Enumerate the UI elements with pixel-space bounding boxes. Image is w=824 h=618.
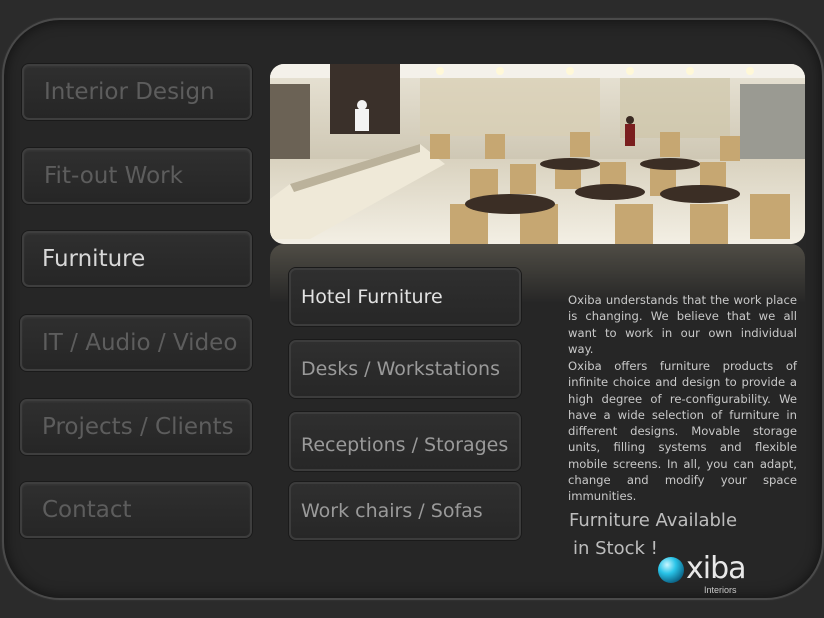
restaurant-photo-icon xyxy=(270,64,805,244)
logo-name: xiba xyxy=(686,551,747,586)
nav-interior-design-button[interactable]: Interior Design xyxy=(22,64,252,120)
stock-line-1: Furniture Available xyxy=(569,510,738,531)
submenu-receptions-storages-button[interactable]: Receptions / Storages xyxy=(289,412,521,471)
logo-subtitle: Interiors xyxy=(704,585,737,595)
nav-furniture-button[interactable]: Furniture xyxy=(22,231,252,287)
oxiba-logo: xiba Interiors xyxy=(656,551,756,601)
nav-projects-clients-button[interactable]: Projects / Clients xyxy=(20,399,252,455)
submenu-desks-workstations-button[interactable]: Desks / Workstations xyxy=(289,340,521,398)
nav-fit-out-work-button[interactable]: Fit-out Work xyxy=(22,148,252,204)
logo-sphere-icon xyxy=(658,557,684,583)
page: Interior Design Fit-out Work Furniture I… xyxy=(0,0,824,618)
nav-contact-button[interactable]: Contact xyxy=(20,482,252,538)
description-paragraph-2: Oxiba offers furniture products of infin… xyxy=(568,359,797,504)
submenu-hotel-furniture-button[interactable]: Hotel Furniture xyxy=(289,268,521,326)
description-paragraph-1: Oxiba understands that the work place is… xyxy=(568,293,797,356)
hero-photo xyxy=(270,64,805,244)
nav-it-audio-video-button[interactable]: IT / Audio / Video xyxy=(20,315,252,371)
submenu-work-chairs-sofas-button[interactable]: Work chairs / Sofas xyxy=(289,482,521,540)
